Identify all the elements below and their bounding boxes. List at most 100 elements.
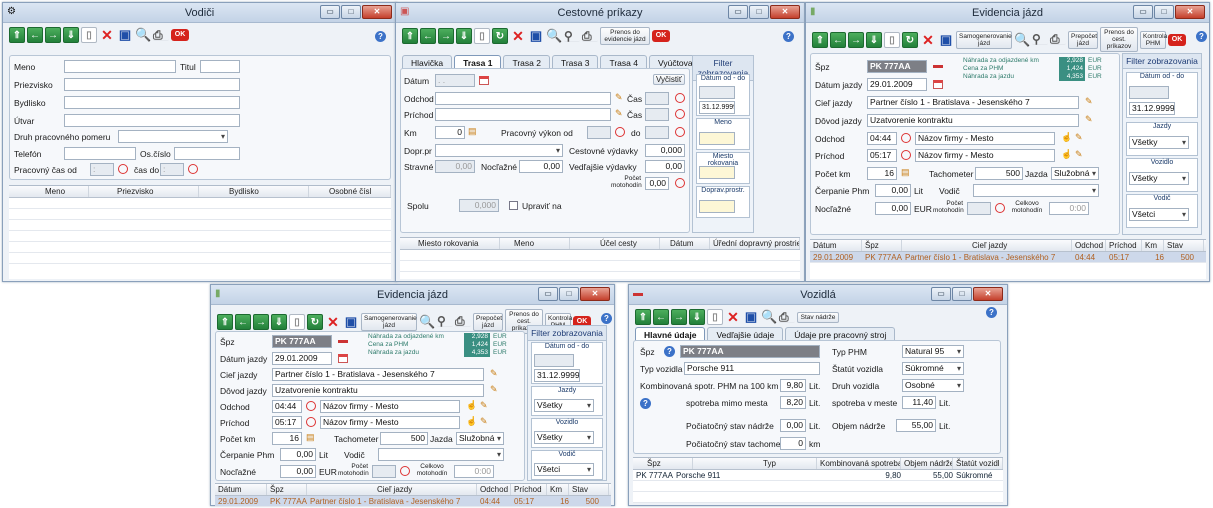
vycistit-button[interactable]: Vyčistiť bbox=[653, 74, 685, 85]
prenos-button[interactable]: Prenos do cest. príkazov bbox=[1100, 27, 1138, 52]
delete-icon[interactable]: ✕ bbox=[920, 32, 936, 48]
col-meno[interactable]: Meno bbox=[500, 238, 570, 249]
help-icon[interactable]: ? bbox=[601, 313, 612, 324]
info-icon[interactable]: ? bbox=[640, 398, 651, 409]
objem-input[interactable]: 55,00 bbox=[896, 419, 936, 432]
filter-icon[interactable]: ⚲ bbox=[1032, 33, 1048, 45]
stravne-input[interactable]: 0,00 bbox=[435, 160, 475, 173]
date-to-input[interactable]: 31.12.9999 bbox=[534, 369, 580, 382]
cerpanie-input[interactable]: 0,00 bbox=[875, 184, 911, 197]
clock-icon[interactable] bbox=[615, 127, 625, 137]
col-ciel[interactable]: Cieľ jazdy bbox=[902, 240, 1072, 251]
col-miesto[interactable]: Miesto rokovania bbox=[400, 238, 500, 249]
table-row[interactable]: PK 777AA Porsche 911 9,80 55,00 Súkromné bbox=[633, 470, 1003, 481]
minimize-button[interactable]: ▭ bbox=[1133, 5, 1153, 19]
km-calc-icon[interactable]: ▤ bbox=[468, 126, 477, 137]
poc-nadrz-input[interactable]: 0,00 bbox=[780, 419, 806, 432]
clock-icon[interactable] bbox=[675, 109, 685, 119]
filter-icon[interactable]: ⚲ bbox=[437, 315, 453, 327]
close-button[interactable]: ✕ bbox=[770, 5, 800, 19]
date-from-input[interactable] bbox=[534, 354, 574, 367]
prepocet-button[interactable]: Prepočet jázd bbox=[473, 312, 503, 331]
v-meste-input[interactable]: 11,40 bbox=[902, 396, 936, 409]
col-objem[interactable]: Objem nádrže bbox=[901, 458, 953, 469]
vozidlo-select[interactable]: Všetky bbox=[534, 431, 594, 444]
maximize-button[interactable]: □ bbox=[749, 5, 769, 19]
utvar-input[interactable] bbox=[64, 114, 240, 127]
col-km[interactable]: Km bbox=[1142, 240, 1164, 251]
save-icon[interactable]: ▣ bbox=[117, 27, 133, 43]
delete-icon[interactable]: ✕ bbox=[99, 27, 115, 43]
odchod-miesto-input[interactable]: Názov firmy - Mesto bbox=[915, 132, 1055, 145]
cas-do-input[interactable]: : bbox=[160, 163, 184, 176]
hand-icon[interactable]: ☝ bbox=[1061, 149, 1072, 160]
minimize-button[interactable]: ▭ bbox=[320, 5, 340, 19]
new-icon[interactable]: ▯ bbox=[81, 27, 97, 43]
search-icon[interactable]: 🔍 bbox=[1014, 32, 1030, 48]
col-stav[interactable]: Stav bbox=[1164, 240, 1204, 251]
col-spz[interactable]: Špz bbox=[862, 240, 902, 251]
prev-icon[interactable]: ← bbox=[235, 313, 251, 330]
print-icon[interactable]: ⎙ bbox=[153, 29, 169, 41]
prev-icon[interactable]: ← bbox=[830, 31, 846, 48]
noclazne-input[interactable]: 0,00 bbox=[280, 465, 316, 478]
datum-input[interactable]: . . bbox=[435, 74, 475, 87]
print-icon[interactable]: ⎙ bbox=[582, 30, 598, 42]
delete-icon[interactable]: ✕ bbox=[510, 28, 526, 44]
clock-icon[interactable] bbox=[306, 401, 316, 411]
next-icon[interactable]: → bbox=[848, 31, 864, 48]
col-datum[interactable]: Dátum bbox=[215, 484, 267, 495]
cas-od-input[interactable]: : bbox=[90, 163, 114, 176]
ok-button[interactable]: OK bbox=[1168, 33, 1186, 46]
help-icon[interactable]: ? bbox=[664, 346, 675, 357]
bydlisko-input[interactable] bbox=[64, 96, 240, 109]
dovod-input[interactable]: Uzatvorenie kontraktu bbox=[867, 114, 1079, 127]
typ-vozidla-input[interactable]: Porsche 911 bbox=[684, 362, 820, 375]
table-row[interactable]: 29.01.2009 PK 777AA Partner číslo 1 - Br… bbox=[810, 252, 1206, 263]
prenos-button[interactable]: Prenos do evidencie jázd bbox=[600, 27, 650, 45]
datum-jazdy-input[interactable]: 29.01.2009 bbox=[272, 352, 332, 365]
prichod-cas-input[interactable] bbox=[645, 108, 669, 121]
maximize-button[interactable]: □ bbox=[952, 287, 972, 301]
jazdy-select[interactable]: Všetky bbox=[534, 399, 594, 412]
km-calc-icon[interactable]: ▤ bbox=[306, 432, 315, 443]
help-icon[interactable]: ? bbox=[375, 31, 386, 42]
druh-select[interactable] bbox=[118, 130, 228, 143]
prichod-miesto-input[interactable]: Názov firmy - Mesto bbox=[915, 149, 1055, 162]
clock-icon[interactable] bbox=[901, 150, 911, 160]
dovod-input[interactable]: Uzatvorenie kontraktu bbox=[272, 384, 484, 397]
prichod-miesto-input[interactable]: Názov firmy - Mesto bbox=[320, 416, 460, 429]
doprav-filter-input[interactable] bbox=[699, 200, 735, 213]
prichod-input[interactable] bbox=[435, 108, 611, 121]
edit-icon[interactable]: ✎ bbox=[1085, 114, 1093, 125]
refresh-icon[interactable]: ↻ bbox=[902, 31, 918, 48]
clock-icon[interactable] bbox=[400, 466, 410, 476]
spz-input[interactable]: PK 777AA bbox=[272, 335, 332, 348]
odchod-cas-input[interactable]: 04:44 bbox=[272, 400, 302, 413]
col-prichod[interactable]: Príchod bbox=[1106, 240, 1142, 251]
first-icon[interactable]: ⇑ bbox=[635, 309, 651, 325]
hand-icon[interactable]: ☝ bbox=[466, 400, 477, 411]
clock-icon[interactable] bbox=[901, 133, 911, 143]
vodic-filter-select[interactable]: Všetci bbox=[1129, 208, 1189, 221]
pocet-moto-input[interactable] bbox=[967, 202, 991, 215]
last-icon[interactable]: ⇓ bbox=[271, 313, 287, 330]
edit-icon[interactable]: ✎ bbox=[490, 384, 498, 395]
new-icon[interactable]: ▯ bbox=[289, 313, 305, 330]
date-to-input[interactable]: 31.12.9999 bbox=[1129, 102, 1175, 115]
dopr-select[interactable] bbox=[435, 144, 563, 157]
datum-jazdy-input[interactable]: 29.01.2009 bbox=[867, 78, 927, 91]
statut-select[interactable]: Súkromné bbox=[902, 362, 964, 375]
hand-icon[interactable]: ☝ bbox=[466, 416, 477, 427]
close-button[interactable]: ✕ bbox=[580, 287, 610, 301]
new-icon[interactable]: ▯ bbox=[707, 309, 723, 325]
ciel-input[interactable]: Partner číslo 1 - Bratislava - Jesenskéh… bbox=[272, 368, 484, 381]
col-km[interactable]: Km bbox=[547, 484, 569, 495]
noclazne-input[interactable]: 0,00 bbox=[875, 202, 911, 215]
pocet-moto-input[interactable] bbox=[372, 465, 396, 478]
vykon-od-input[interactable] bbox=[587, 126, 611, 139]
mimo-input[interactable]: 8,20 bbox=[780, 396, 806, 409]
titul-input[interactable] bbox=[200, 60, 240, 73]
odchod-input[interactable] bbox=[435, 92, 611, 105]
close-button[interactable]: ✕ bbox=[362, 5, 392, 19]
